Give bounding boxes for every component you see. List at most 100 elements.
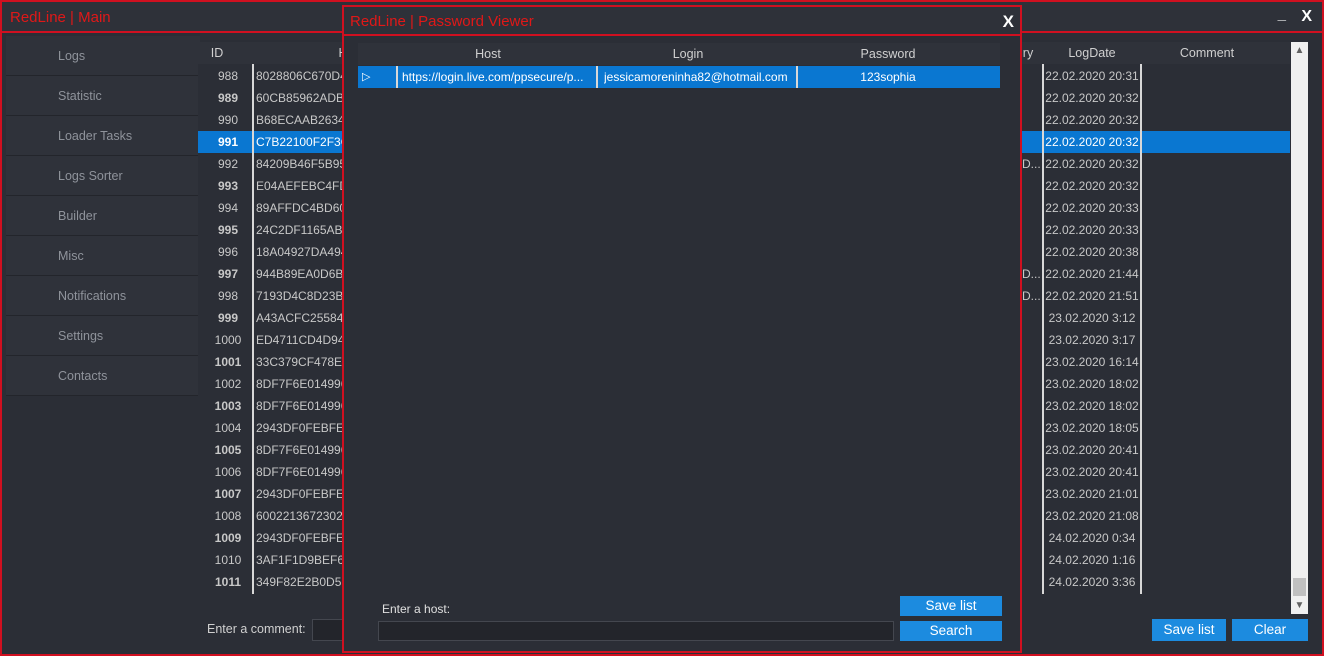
row-id: 1003 [214,399,242,413]
column-header-id[interactable]: ID [202,42,232,64]
scroll-thumb[interactable] [1293,578,1306,596]
row-id: 1006 [214,465,242,479]
row-logdate: 23.02.2020 16:14 [1045,355,1139,369]
row-logdate: 22.02.2020 20:33 [1045,223,1139,237]
sidebar-item-loader-tasks[interactable]: Loader Tasks [6,116,200,156]
password-table: Host Login Password ▷ https://login.live… [358,43,1000,583]
column-header-host[interactable]: Host [398,43,578,65]
row-hwid: 944B89EA0D6B3 [256,267,346,281]
row-id: 991 [217,135,239,149]
column-header-password[interactable]: Password [798,43,978,65]
row-hwid: 24C2DF1165AB7 [256,223,346,237]
row-hwid: 18A04927DA494 [256,245,346,259]
row-id: 1004 [214,421,242,435]
row-hwid: 33C379CF478E2 [256,355,346,369]
row-hwid: 8DF7F6E014996 [256,443,346,457]
row-hwid: 60CB85962ADBA [256,91,346,105]
sidebar-item-misc[interactable]: Misc [6,236,200,276]
password-table-header: Host Login Password [358,43,1000,65]
main-window-title: RedLine | Main [10,9,111,26]
host-input[interactable] [378,621,894,641]
row-logdate: 23.02.2020 3:17 [1048,333,1136,347]
viewer-save-list-button[interactable]: Save list [900,596,1002,616]
row-logdate: 22.02.2020 20:32 [1045,179,1139,193]
row-logdate: 24.02.2020 0:34 [1048,531,1136,545]
row-id: 1000 [214,333,242,347]
row-hwid: 2943DF0FEBFE8A [256,487,346,501]
sidebar-item-logs-sorter[interactable]: Logs Sorter [6,156,200,196]
row-id: 1009 [214,531,242,545]
column-divider [1042,64,1044,594]
row-country: D... [1022,289,1041,303]
row-hwid: 2943DF0FEBFE8A [256,421,346,435]
scroll-down-icon[interactable]: ▼ [1291,597,1308,614]
row-logdate: 24.02.2020 3:36 [1048,575,1136,589]
row-logdate: 23.02.2020 21:08 [1045,509,1139,523]
row-hwid: 89AFFDC4BD600 [256,201,346,215]
row-id: 1002 [214,377,242,391]
scroll-up-icon[interactable]: ▲ [1291,42,1308,59]
row-id: 1011 [214,575,242,589]
row-country: D... [1022,267,1041,281]
column-divider [1140,64,1142,594]
password-row[interactable]: ▷ https://login.live.com/ppsecure/p... j… [358,66,1000,88]
row-id: 989 [217,91,239,105]
comment-label: Enter a comment: [207,622,306,636]
column-divider [396,66,398,88]
row-pointer-icon: ▷ [362,71,371,83]
row-logdate: 22.02.2020 20:32 [1045,135,1139,149]
column-header-comment[interactable]: Comment [1142,42,1272,64]
row-id: 988 [217,69,239,83]
row-logdate: 22.02.2020 20:33 [1045,201,1139,215]
row-logdate: 23.02.2020 20:41 [1045,443,1139,457]
column-divider [252,64,254,594]
clear-button[interactable]: Clear [1232,619,1308,641]
row-id: 992 [217,157,239,171]
row-logdate: 23.02.2020 18:05 [1045,421,1139,435]
row-logdate: 23.02.2020 21:01 [1045,487,1139,501]
row-logdate: 22.02.2020 20:32 [1045,157,1139,171]
sidebar-item-contacts[interactable]: Contacts [6,356,200,396]
password-row-login: jessicamoreninha82@hotmail.com [604,70,788,84]
row-id: 995 [217,223,239,237]
row-id: 1001 [214,355,242,369]
sidebar-item-logs[interactable]: Logs [6,36,200,76]
password-viewer-window: RedLine | Password Viewer X Host Login P… [342,5,1022,653]
password-viewer-title: RedLine | Password Viewer [350,13,534,30]
vertical-scrollbar[interactable]: ▲ ▼ [1291,42,1308,614]
row-hwid: 8028806C670D4 [256,69,346,83]
row-hwid: 8DF7F6E014996 [256,399,346,413]
row-hwid: C7B22100F2F3CA [256,135,346,149]
row-logdate: 22.02.2020 21:51 [1045,289,1139,303]
password-viewer-close-button[interactable]: X [1003,12,1014,32]
minimize-button[interactable]: _ [1278,6,1286,23]
row-id: 1008 [214,509,242,523]
row-country: D... [1022,157,1041,171]
row-logdate: 24.02.2020 1:16 [1048,553,1136,567]
row-id: 1005 [214,443,242,457]
row-hwid: 349F82E2B0D51 [256,575,346,589]
search-button[interactable]: Search [900,621,1002,641]
row-hwid: B68ECAAB26348 [256,113,346,127]
sidebar-item-statistic[interactable]: Statistic [6,76,200,116]
row-id: 1007 [214,487,242,501]
row-hwid: 8DF7F6E014996 [256,465,346,479]
row-hwid: 84209B46F5B95 [256,157,346,171]
row-logdate: 22.02.2020 20:38 [1045,245,1139,259]
column-header-logdate[interactable]: LogDate [1044,42,1140,64]
password-row-password: 123sophia [860,70,916,84]
close-button[interactable]: X [1301,8,1312,26]
password-row-host: https://login.live.com/ppsecure/p... [402,70,584,84]
sidebar-item-notifications[interactable]: Notifications [6,276,200,316]
row-logdate: 22.02.2020 20:32 [1045,91,1139,105]
sidebar-item-builder[interactable]: Builder [6,196,200,236]
row-logdate: 23.02.2020 20:41 [1045,465,1139,479]
column-header-login[interactable]: Login [598,43,778,65]
host-label: Enter a host: [382,602,451,616]
password-viewer-titlebar[interactable]: RedLine | Password Viewer X [344,7,1020,36]
save-list-button[interactable]: Save list [1152,619,1226,641]
row-logdate: 22.02.2020 21:44 [1045,267,1139,281]
sidebar-item-settings[interactable]: Settings [6,316,200,356]
row-hwid: 7193D4C8D23B3 [256,289,346,303]
row-logdate: 23.02.2020 18:02 [1045,377,1139,391]
